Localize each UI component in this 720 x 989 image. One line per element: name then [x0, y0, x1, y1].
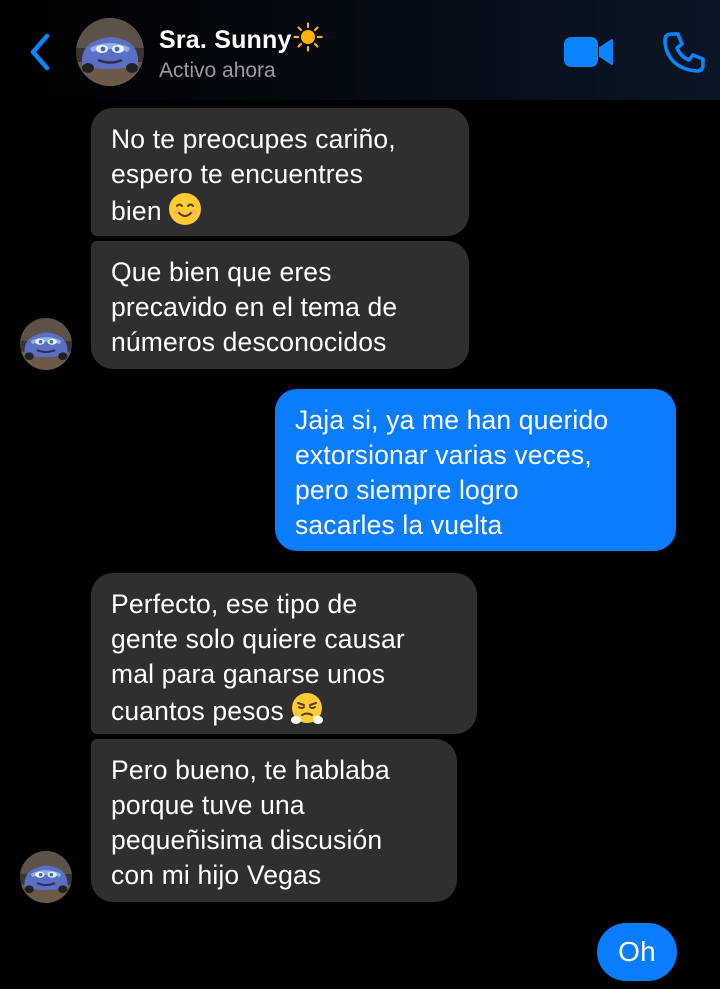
sun-icon — [292, 22, 323, 52]
sender-avatar[interactable] — [20, 318, 72, 370]
message-line: Jaja si, ya me han querido — [295, 405, 609, 435]
back-button[interactable] — [20, 30, 60, 74]
video-camera-icon — [564, 37, 613, 67]
message-line: precavido en el tema de — [111, 292, 398, 322]
message-line: porque tuve una — [111, 790, 305, 820]
message-bubble-incoming[interactable]: Que bien que eres precavido en el tema d… — [91, 241, 469, 369]
message-bubble-incoming[interactable]: Perfecto, ese tipo de gente solo quiere … — [91, 573, 477, 734]
car-avatar-image — [20, 318, 72, 370]
video-call-button[interactable] — [562, 32, 614, 72]
message-line: Perfecto, ese tipo de — [111, 589, 358, 619]
message-line: espero te encuentres — [111, 159, 363, 189]
message-line: números desconocidos — [111, 327, 387, 357]
message-bubble-outgoing[interactable]: Jaja si, ya me han querido extorsionar v… — [275, 389, 676, 551]
voice-call-button[interactable] — [662, 30, 706, 74]
message-bubble-incoming[interactable]: No te preocupes cariño, espero te encuen… — [91, 108, 469, 236]
message-line: con mi hijo Vegas — [111, 860, 322, 890]
message-line: pequeñisima discusión — [111, 825, 383, 855]
message-line: gente solo quiere causar — [111, 624, 405, 654]
message-bubble-outgoing[interactable]: Oh — [597, 923, 677, 981]
contact-name[interactable]: Sra. Sunny — [159, 22, 323, 55]
chat-header: Sra. Sunny Activo ahora — [0, 0, 720, 100]
message-line: extorsionar varias veces, — [295, 440, 592, 470]
message-bubble-incoming[interactable]: Pero bueno, te hablaba porque tuve una p… — [91, 739, 457, 902]
message-line: Oh — [618, 936, 656, 967]
car-avatar-image — [20, 851, 72, 903]
message-line: sacarles la vuelta — [295, 510, 503, 540]
face-with-steam-emoji — [290, 693, 323, 724]
car-avatar-image — [76, 18, 144, 86]
messenger-chat-screen: Sra. Sunny Activo ahora No te preocupes … — [0, 0, 720, 989]
active-status: Activo ahora — [159, 59, 276, 82]
message-line: Pero bueno, te hablaba — [111, 755, 390, 785]
message-line: mal para ganarse unos — [111, 659, 386, 689]
chevron-left-icon — [30, 33, 50, 71]
contact-avatar[interactable] — [76, 18, 144, 86]
phone-icon — [663, 32, 705, 73]
message-line: Que bien que eres — [111, 257, 332, 287]
message-line: pero siempre logro — [295, 475, 519, 505]
message-line: cuantos pesos — [111, 696, 284, 726]
smiling-face-emoji — [168, 193, 201, 225]
sender-avatar[interactable] — [20, 851, 72, 903]
message-line: No te preocupes cariño, — [111, 124, 396, 154]
message-line: bien — [111, 196, 162, 226]
